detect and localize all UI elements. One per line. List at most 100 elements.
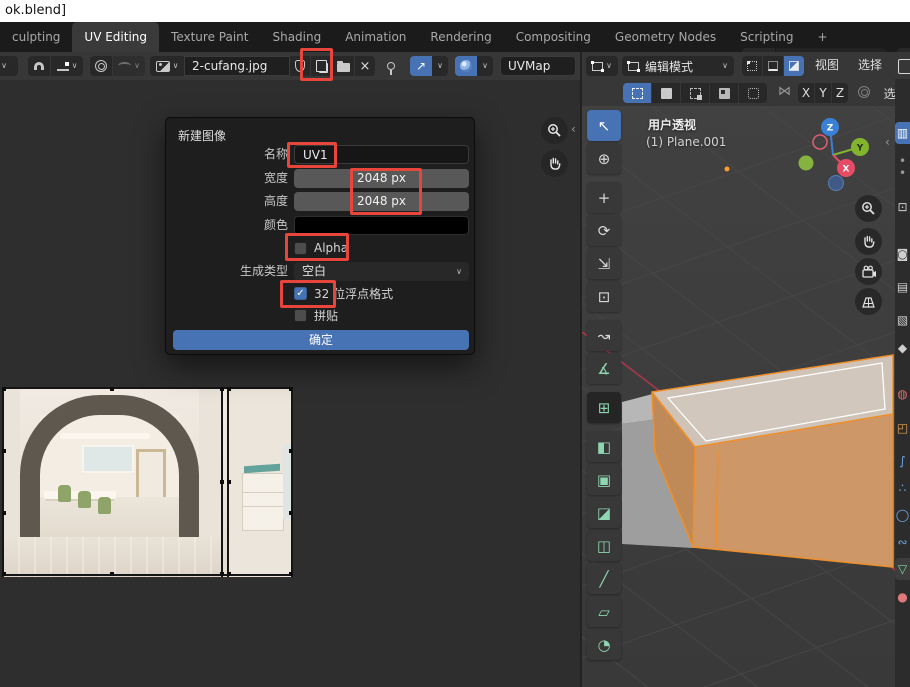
tab-modifiers[interactable]: ∫ bbox=[895, 450, 910, 472]
tool-annotate[interactable]: ↝ bbox=[587, 320, 621, 351]
tab-scene[interactable]: ◆ bbox=[895, 337, 910, 359]
tool-add-cube[interactable]: ⊞ bbox=[587, 392, 621, 423]
select-mode-vertex-button[interactable] bbox=[742, 56, 762, 76]
uv-vertex-dot[interactable] bbox=[289, 449, 293, 453]
ok-button[interactable]: 确定 bbox=[173, 330, 469, 350]
uv-vertex-dot[interactable] bbox=[2, 511, 6, 515]
uv-vertex-dot[interactable] bbox=[220, 387, 224, 391]
unlink-image-button[interactable]: × bbox=[355, 56, 375, 76]
viewport-3d[interactable]: 用户透视 (1) Plane.001 Z Y X bbox=[582, 106, 895, 687]
tab-physics[interactable]: ◯ bbox=[895, 504, 910, 526]
tab-material[interactable]: ● bbox=[895, 586, 910, 608]
strip-dot-2[interactable]: • bbox=[895, 162, 910, 184]
workspace-tab-rendering[interactable]: Rendering bbox=[418, 22, 503, 52]
tab-constraints[interactable]: ∾ bbox=[895, 531, 910, 553]
mode-dropdown[interactable]: 编辑模式 ∨ bbox=[622, 56, 734, 76]
tool-spin[interactable]: ◔ bbox=[587, 629, 621, 660]
tool-scale[interactable]: ⇲ bbox=[587, 248, 621, 279]
image-name-field[interactable]: 2-cufang.jpg bbox=[184, 56, 290, 76]
tab-object[interactable]: ◰ bbox=[895, 417, 910, 439]
uv-vertex-dot[interactable] bbox=[2, 449, 6, 453]
gizmo-neg-x[interactable] bbox=[813, 135, 827, 149]
tool-knife[interactable]: ╱ bbox=[587, 563, 621, 594]
uv-vertex-dot[interactable] bbox=[220, 480, 224, 484]
viewport-zoom-button[interactable] bbox=[855, 195, 882, 222]
uv-edge-right[interactable] bbox=[291, 387, 293, 577]
proportional-editing-button[interactable] bbox=[90, 56, 112, 76]
workspace-tab-uv-editing[interactable]: UV Editing bbox=[72, 22, 159, 52]
gizmo-dropdown[interactable]: ∨ bbox=[432, 56, 448, 76]
pan-button[interactable] bbox=[541, 150, 568, 177]
tiled-checkbox-row[interactable]: 拼贴 bbox=[294, 307, 338, 323]
uv-vertex-dot[interactable] bbox=[110, 387, 114, 391]
mirror-y-button[interactable]: Y bbox=[815, 83, 831, 103]
gizmo-neg-z[interactable] bbox=[829, 176, 844, 191]
tool-move[interactable]: + bbox=[587, 182, 621, 213]
tweak-select-button[interactable] bbox=[623, 83, 651, 103]
tool-transform[interactable]: ⊡ bbox=[587, 281, 621, 312]
viewport-pan-button[interactable] bbox=[855, 228, 882, 255]
workspace-tab-animation[interactable]: Animation bbox=[333, 22, 418, 52]
snap-target-dropdown[interactable]: ∨ bbox=[51, 56, 83, 76]
orthographic-toggle-button[interactable] bbox=[855, 288, 882, 315]
mirror-x-button[interactable]: X bbox=[798, 83, 814, 103]
uv-vertex-dot[interactable] bbox=[2, 572, 6, 576]
sidebar-collapse-arrow[interactable]: ‹ bbox=[571, 122, 576, 136]
uv-edge-top[interactable] bbox=[2, 387, 293, 389]
gizmo-toggle-button[interactable]: ↗ bbox=[410, 56, 432, 76]
editor-type-dropdown-3d[interactable]: ∨ bbox=[586, 56, 618, 76]
select-new-button[interactable] bbox=[652, 83, 680, 103]
tab-output[interactable]: ▤ bbox=[895, 276, 910, 298]
overlays-toggle-button[interactable] bbox=[455, 56, 477, 76]
tool-loop-cut[interactable]: ◫ bbox=[587, 530, 621, 561]
tool-measure[interactable]: ∡ bbox=[587, 353, 621, 384]
tab-world[interactable]: ◍ bbox=[895, 383, 910, 405]
tool-poly-build[interactable]: ▱ bbox=[587, 596, 621, 627]
uv-vertex-dot[interactable] bbox=[110, 572, 114, 576]
falloff-dropdown[interactable]: ∨ bbox=[113, 56, 145, 76]
workspace-tab-geometry-nodes[interactable]: Geometry Nodes bbox=[603, 22, 728, 52]
uv-edge-left[interactable] bbox=[2, 387, 4, 577]
tab-tool[interactable]: ⊡ bbox=[895, 196, 910, 218]
tab-data[interactable]: ▽ bbox=[895, 558, 910, 580]
editor-type-dropdown[interactable]: ∨ bbox=[0, 56, 18, 76]
tool-inset-faces[interactable]: ▣ bbox=[587, 464, 621, 495]
proportional-editing-icon[interactable] bbox=[858, 86, 870, 98]
tiled-checkbox[interactable] bbox=[294, 309, 307, 322]
mirror-z-button[interactable]: Z bbox=[832, 83, 848, 103]
select-subtract-button[interactable] bbox=[710, 83, 738, 103]
workspace-tab-culpting[interactable]: culpting bbox=[0, 22, 72, 52]
select-intersect-button[interactable] bbox=[739, 83, 767, 103]
navigation-gizmo[interactable]: Z Y X bbox=[795, 117, 875, 197]
workspace-tab-texture-paint[interactable]: Texture Paint bbox=[159, 22, 260, 52]
sidebar-collapse-arrow-3d[interactable]: ‹ bbox=[885, 135, 890, 149]
tool-bevel[interactable]: ◪ bbox=[587, 497, 621, 528]
snap-toggle-button[interactable] bbox=[28, 56, 50, 76]
uv-vertex-dot[interactable] bbox=[289, 511, 293, 515]
tool-cursor[interactable]: ⊕ bbox=[587, 143, 621, 174]
open-image-button[interactable] bbox=[333, 56, 354, 76]
tool-select-box[interactable]: ↖ bbox=[587, 110, 621, 141]
uv-vertex-dot[interactable] bbox=[220, 572, 224, 576]
tab-render[interactable]: ◙ bbox=[895, 243, 910, 265]
uv-vertex-dot[interactable] bbox=[289, 572, 293, 576]
select-mode-face-button[interactable] bbox=[784, 56, 804, 76]
workspace-tab-compositing[interactable]: Compositing bbox=[504, 22, 603, 52]
image-datablock-dropdown[interactable]: ∨ bbox=[150, 56, 184, 76]
tab-particles[interactable]: ∴ bbox=[895, 477, 910, 499]
zoom-button[interactable] bbox=[541, 117, 568, 144]
uv-vertex-dot[interactable] bbox=[227, 480, 231, 484]
mirror-icon[interactable]: ⋈ bbox=[778, 84, 791, 99]
uv-vertex-dot[interactable] bbox=[2, 387, 6, 391]
tool-extrude-region[interactable]: ◧ bbox=[587, 431, 621, 462]
tool-rotate[interactable]: ⟳ bbox=[587, 215, 621, 246]
tab-view-layer[interactable]: ▧ bbox=[895, 309, 910, 331]
select-extend-button[interactable] bbox=[681, 83, 709, 103]
overlays-dropdown[interactable]: ∨ bbox=[477, 56, 493, 76]
gizmo-neg-y[interactable] bbox=[799, 156, 814, 171]
uv-edge-bottom[interactable] bbox=[2, 574, 293, 576]
menu-select[interactable]: 选择 bbox=[854, 52, 886, 78]
uv-vertex-dot[interactable] bbox=[227, 387, 231, 391]
tab-active-blue[interactable]: ▥ bbox=[895, 122, 910, 144]
menu-view[interactable]: 视图 bbox=[811, 52, 843, 78]
